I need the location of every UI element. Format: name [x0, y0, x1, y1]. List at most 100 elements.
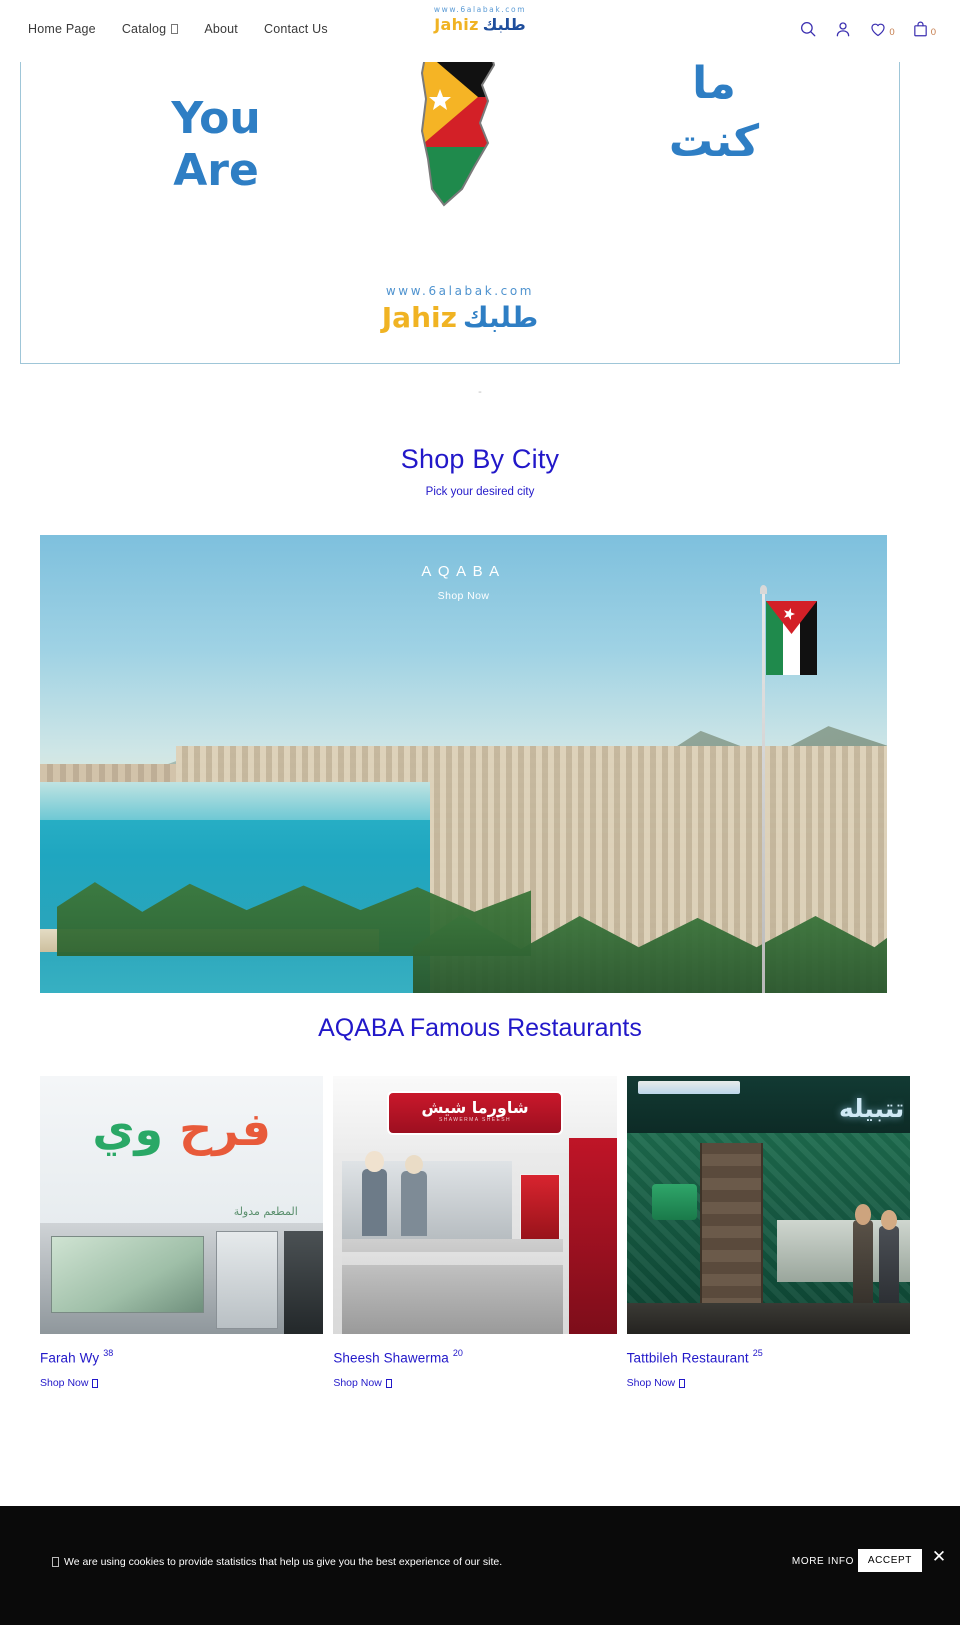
restaurant-name[interactable]: Farah Wy — [40, 1350, 99, 1365]
close-icon[interactable]: ✕ — [928, 1546, 950, 1568]
cookie-consent-bar: We are using cookies to provide statisti… — [0, 1506, 960, 1625]
farah-wy-storefront-photo: فرح وي المطعم مدولة — [40, 1076, 324, 1334]
heart-icon — [869, 21, 887, 38]
restaurant-meta: Farah Wy 38 Shop Now — [40, 1334, 323, 1389]
storefront-window — [51, 1235, 205, 1314]
logo-url: www.6alabak.com — [433, 5, 527, 14]
sign-board: شاورما شيش SHAWERMA SHEESH — [387, 1091, 563, 1136]
restaurant-shop-now[interactable]: Shop Now — [40, 1377, 323, 1389]
restaurant-thumbnail[interactable]: شاورما شيش SHAWERMA SHEESH — [333, 1076, 617, 1334]
cart-count: 0 — [930, 27, 936, 38]
logo-brand: Jahiz طلبك — [370, 15, 590, 35]
shop-now-label: Shop Now — [333, 1377, 382, 1390]
main-navigation: Home Page Catalog About Contact Us — [28, 22, 328, 36]
sign-arabic-text: فرح وي — [92, 1101, 271, 1156]
chevron-down-icon — [171, 24, 179, 34]
restaurant-name[interactable]: Sheesh Shawerma — [333, 1350, 449, 1365]
city-banner-overlay: AQABA Shop Now — [40, 563, 887, 602]
page-root: Home Page Catalog About Contact Us www.6… — [0, 0, 960, 1625]
tattbileh-storefront-photo: تتبيله — [626, 1076, 910, 1334]
restaurant-name[interactable]: Tattbileh Restaurant — [627, 1350, 749, 1365]
bag-icon — [912, 20, 929, 38]
nav-label: Home Page — [28, 22, 96, 36]
cookie-accept-button[interactable]: ACCEPT — [857, 1549, 922, 1572]
cookie-message-row: We are using cookies to provide statisti… — [52, 1556, 502, 1568]
restaurant-thumbnail[interactable]: تتبيله — [626, 1076, 910, 1334]
site-header: Home Page Catalog About Contact Us www.6… — [0, 0, 960, 62]
cookie-icon — [52, 1557, 59, 1567]
sign-latin-text: SHAWERMA SHEESH — [439, 1117, 511, 1124]
restaurant-meta: Sheesh Shawerma 20 Shop Now — [333, 1334, 616, 1389]
restaurant-card-grid: فرح وي المطعم مدولة Farah Wy 38 Shop Now — [40, 1076, 920, 1389]
brand-logo-plaque — [652, 1184, 698, 1221]
restaurants-title: AQABA Famous Restaurants — [318, 1014, 642, 1042]
service-counter — [341, 1238, 563, 1334]
restaurant-count: 25 — [752, 1348, 763, 1358]
nav-item-about[interactable]: About — [204, 22, 238, 36]
hero-left-text: You Are — [131, 93, 301, 197]
nav-item-home-page[interactable]: Home Page — [28, 22, 96, 36]
arrow-right-icon — [92, 1378, 99, 1388]
restaurant-card-sheesh-shawerma[interactable]: شاورما شيش SHAWERMA SHEESH Sheesh Shawer… — [333, 1076, 617, 1389]
nav-item-contact-us[interactable]: Contact Us — [264, 22, 328, 36]
cookie-more-info-link[interactable]: MORE INFO — [792, 1556, 854, 1567]
staff-person-2 — [401, 1154, 427, 1236]
restaurant-count: 38 — [103, 1348, 114, 1358]
arrow-right-icon — [679, 1378, 686, 1388]
nav-label: Catalog — [121, 22, 167, 36]
hero-brand-ar: طلبك — [462, 301, 539, 334]
shop-now-label: Shop Now — [40, 1377, 89, 1390]
arrow-right-icon — [385, 1378, 392, 1388]
staff-person-1 — [361, 1151, 388, 1236]
restaurant-card-farah-wy[interactable]: فرح وي المطعم مدولة Farah Wy 38 Shop Now — [40, 1076, 324, 1389]
shop-by-city-title: Shop By City — [400, 444, 560, 474]
shop-now-label: Shop Now — [626, 1377, 676, 1390]
restaurant-thumbnail[interactable]: فرح وي المطعم مدولة — [40, 1076, 324, 1334]
hero-left-line2: Are — [173, 145, 259, 196]
hero-right-text: ما كنت — [619, 55, 809, 171]
hero-right-line2: كنت — [668, 116, 760, 167]
restaurant-name-row: Farah Wy 38 — [40, 1348, 323, 1367]
cart-button[interactable]: 0 — [912, 20, 936, 38]
cookie-message: We are using cookies to provide statisti… — [64, 1556, 503, 1568]
city-shop-now-link[interactable]: Shop Now — [40, 590, 887, 602]
account-button[interactable] — [834, 20, 852, 38]
storefront-side — [283, 1230, 324, 1334]
restaurant-shop-now[interactable]: Shop Now — [627, 1377, 910, 1389]
restaurant-name-row: Tattbileh Restaurant 25 — [627, 1348, 910, 1367]
logo-brand-en: Jahiz — [434, 15, 479, 34]
hero-footer-url: www.6alabak.com — [385, 284, 535, 298]
logo-brand-ar: طلبك — [482, 15, 526, 34]
nav-label: Contact Us — [263, 22, 328, 36]
jordan-flag-map-icon — [370, 45, 550, 219]
account-icon — [834, 20, 852, 38]
restaurant-meta: Tattbileh Restaurant 25 Shop Now — [627, 1334, 910, 1389]
city-banner-aqaba[interactable]: AQABA Shop Now — [40, 535, 887, 993]
wishlist-count: 0 — [889, 26, 895, 38]
hero-left-line1: You — [171, 93, 261, 144]
site-logo[interactable]: www.6alabak.com Jahiz طلبك — [370, 4, 590, 35]
restaurant-shop-now[interactable]: Shop Now — [333, 1377, 616, 1389]
restaurant-count: 20 — [452, 1348, 463, 1358]
jordan-flag-icon — [765, 601, 817, 675]
city-name-label: AQABA — [421, 563, 506, 580]
storefront-door — [215, 1230, 278, 1329]
hero-footer-logo: www.6alabak.com Jahiz طلبك — [21, 281, 899, 340]
carousel-indicator[interactable]: - — [478, 386, 482, 398]
sheesh-shawerma-storefront-photo: شاورما شيش SHAWERMA SHEESH — [333, 1076, 617, 1334]
hero-banner[interactable]: You Are ما كنت www.6alabak.com Jahiz طلب… — [20, 44, 900, 364]
restaurant-card-tattbileh-restaurant[interactable]: تتبيله Tattbileh Restaurant 25 Shop Now — [626, 1076, 910, 1389]
restaurant-name-row: Sheesh Shawerma 20 — [333, 1348, 616, 1367]
aqaba-photo — [40, 535, 887, 993]
sign-arabic-subtext: المطعم مدولة — [233, 1205, 298, 1218]
floor — [626, 1303, 910, 1334]
search-button[interactable] — [799, 20, 817, 38]
shop-by-city-subtitle: Pick your desired city — [425, 486, 535, 498]
storefront-red-panel — [568, 1137, 617, 1334]
hero-right-line1: ما — [692, 58, 736, 109]
wishlist-button[interactable]: 0 — [869, 21, 895, 38]
header-icon-group: 0 0 — [799, 20, 936, 38]
hero-brand-en: Jahiz — [381, 301, 457, 334]
sign-arabic-text: تتبيله — [838, 1093, 905, 1123]
nav-item-catalog[interactable]: Catalog — [122, 22, 179, 36]
